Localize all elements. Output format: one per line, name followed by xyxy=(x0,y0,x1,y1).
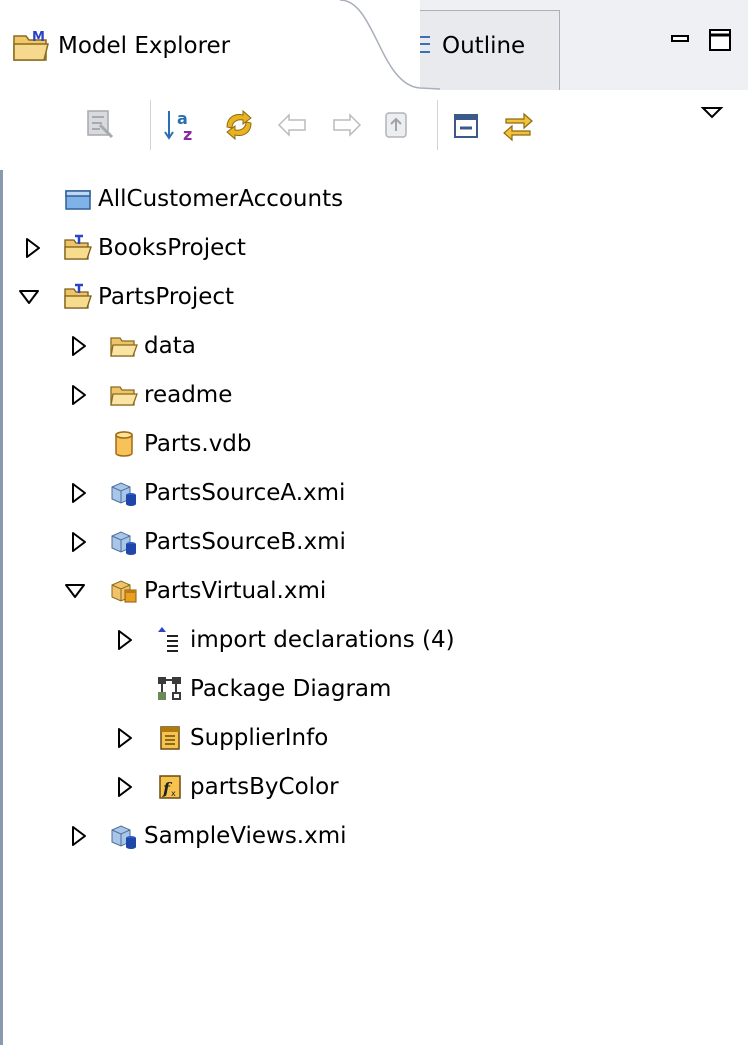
sync-icon[interactable] xyxy=(221,107,257,143)
folder-icon xyxy=(110,381,138,409)
tree-item-label: partsByColor xyxy=(190,774,339,800)
expand-toggle-collapsed-icon[interactable] xyxy=(116,727,134,748)
tree-item[interactable]: Parts.vdb xyxy=(0,420,748,468)
tree-item[interactable]: BooksProject xyxy=(0,224,748,272)
source-model-icon xyxy=(110,479,138,507)
back-arrow-icon[interactable] xyxy=(275,107,311,143)
expand-toggle-collapsed-icon[interactable] xyxy=(70,384,88,405)
tree-item[interactable]: Package Diagram xyxy=(0,665,748,713)
source-model-icon xyxy=(110,822,138,850)
model-project-icon xyxy=(64,283,92,311)
model-explorer-icon: M xyxy=(12,28,52,64)
maximize-icon[interactable] xyxy=(708,28,734,54)
up-folder-icon[interactable] xyxy=(380,107,416,143)
view-menu-icon[interactable] xyxy=(700,100,726,126)
procedure-icon: fx xyxy=(156,773,184,801)
tree-item[interactable]: SampleViews.xmi xyxy=(0,812,748,860)
collapse-all-icon[interactable] xyxy=(448,107,484,143)
filter-icon[interactable] xyxy=(82,107,118,143)
expand-toggle-collapsed-icon[interactable] xyxy=(24,237,42,258)
model-explorer-tree[interactable]: AllCustomerAccounts BooksProject PartsProj… xyxy=(0,175,748,1045)
tree-item[interactable]: PartsSourceA.xmi xyxy=(0,469,748,517)
tab-model-explorer-label: Model Explorer xyxy=(58,33,231,59)
tab-curve xyxy=(300,0,440,90)
tree-item[interactable]: data xyxy=(0,322,748,370)
expand-toggle-expanded-icon[interactable] xyxy=(18,288,40,308)
folder-icon xyxy=(110,332,138,360)
tree-item[interactable]: import declarations (4) xyxy=(0,616,748,664)
tree-item-label: BooksProject xyxy=(98,235,246,261)
svg-text:M: M xyxy=(32,30,45,45)
tree-item-label: import declarations (4) xyxy=(190,627,455,653)
tree-item[interactable]: PartsVirtual.xmi xyxy=(0,567,748,615)
tree-item-label: Parts.vdb xyxy=(144,431,252,457)
tree-item[interactable]: PartsProject xyxy=(0,273,748,321)
view-tab-bar: Outline M Model Explorer xyxy=(0,0,748,90)
closed-project-icon xyxy=(64,185,92,213)
svg-text:x: x xyxy=(171,789,176,798)
tree-item-label: data xyxy=(144,333,196,359)
view-toolbar: a z xyxy=(0,90,748,170)
tree-item-label: PartsSourceA.xmi xyxy=(144,480,346,506)
virtual-model-icon xyxy=(110,577,138,605)
tree-item-label: readme xyxy=(144,382,233,408)
sort-az-icon[interactable]: a z xyxy=(163,107,199,144)
tree-item-label: SampleViews.xmi xyxy=(144,823,347,849)
tree-item-label: PartsSourceB.xmi xyxy=(144,529,346,555)
source-model-icon xyxy=(110,528,138,556)
toolbar-separator xyxy=(150,100,151,150)
expand-toggle-collapsed-icon[interactable] xyxy=(70,531,88,552)
expand-toggle-collapsed-icon[interactable] xyxy=(70,482,88,503)
tree-item-label: Package Diagram xyxy=(190,676,392,702)
tree-item-label: AllCustomerAccounts xyxy=(98,186,344,212)
expand-toggle-collapsed-icon[interactable] xyxy=(116,776,134,797)
model-project-icon xyxy=(64,234,92,262)
forward-arrow-icon[interactable] xyxy=(328,107,364,143)
tree-item[interactable]: SupplierInfo xyxy=(0,714,748,762)
vdb-icon xyxy=(110,430,138,458)
tree-item[interactable]: readme xyxy=(0,371,748,419)
expand-toggle-expanded-icon[interactable] xyxy=(64,582,86,602)
tab-outline-label: Outline xyxy=(442,33,526,59)
tree-item[interactable]: AllCustomerAccounts xyxy=(0,175,748,223)
expand-toggle-collapsed-icon[interactable] xyxy=(70,825,88,846)
expand-toggle-collapsed-icon[interactable] xyxy=(116,629,134,650)
tree-item[interactable]: PartsSourceB.xmi xyxy=(0,518,748,566)
svg-text:z: z xyxy=(183,125,192,143)
expand-toggle-collapsed-icon[interactable] xyxy=(70,335,88,356)
tree-item-label: PartsVirtual.xmi xyxy=(144,578,327,604)
tree-item[interactable]: f x partsByColor xyxy=(0,763,748,811)
link-with-editor-icon[interactable] xyxy=(500,107,536,143)
toolbar-separator xyxy=(437,100,438,150)
package-diagram-icon xyxy=(156,675,184,703)
import-declarations-icon xyxy=(156,626,184,654)
tree-item-label: SupplierInfo xyxy=(190,725,329,751)
table-icon xyxy=(156,724,184,752)
minimize-icon[interactable] xyxy=(670,28,692,50)
tree-item-label: PartsProject xyxy=(98,284,235,310)
